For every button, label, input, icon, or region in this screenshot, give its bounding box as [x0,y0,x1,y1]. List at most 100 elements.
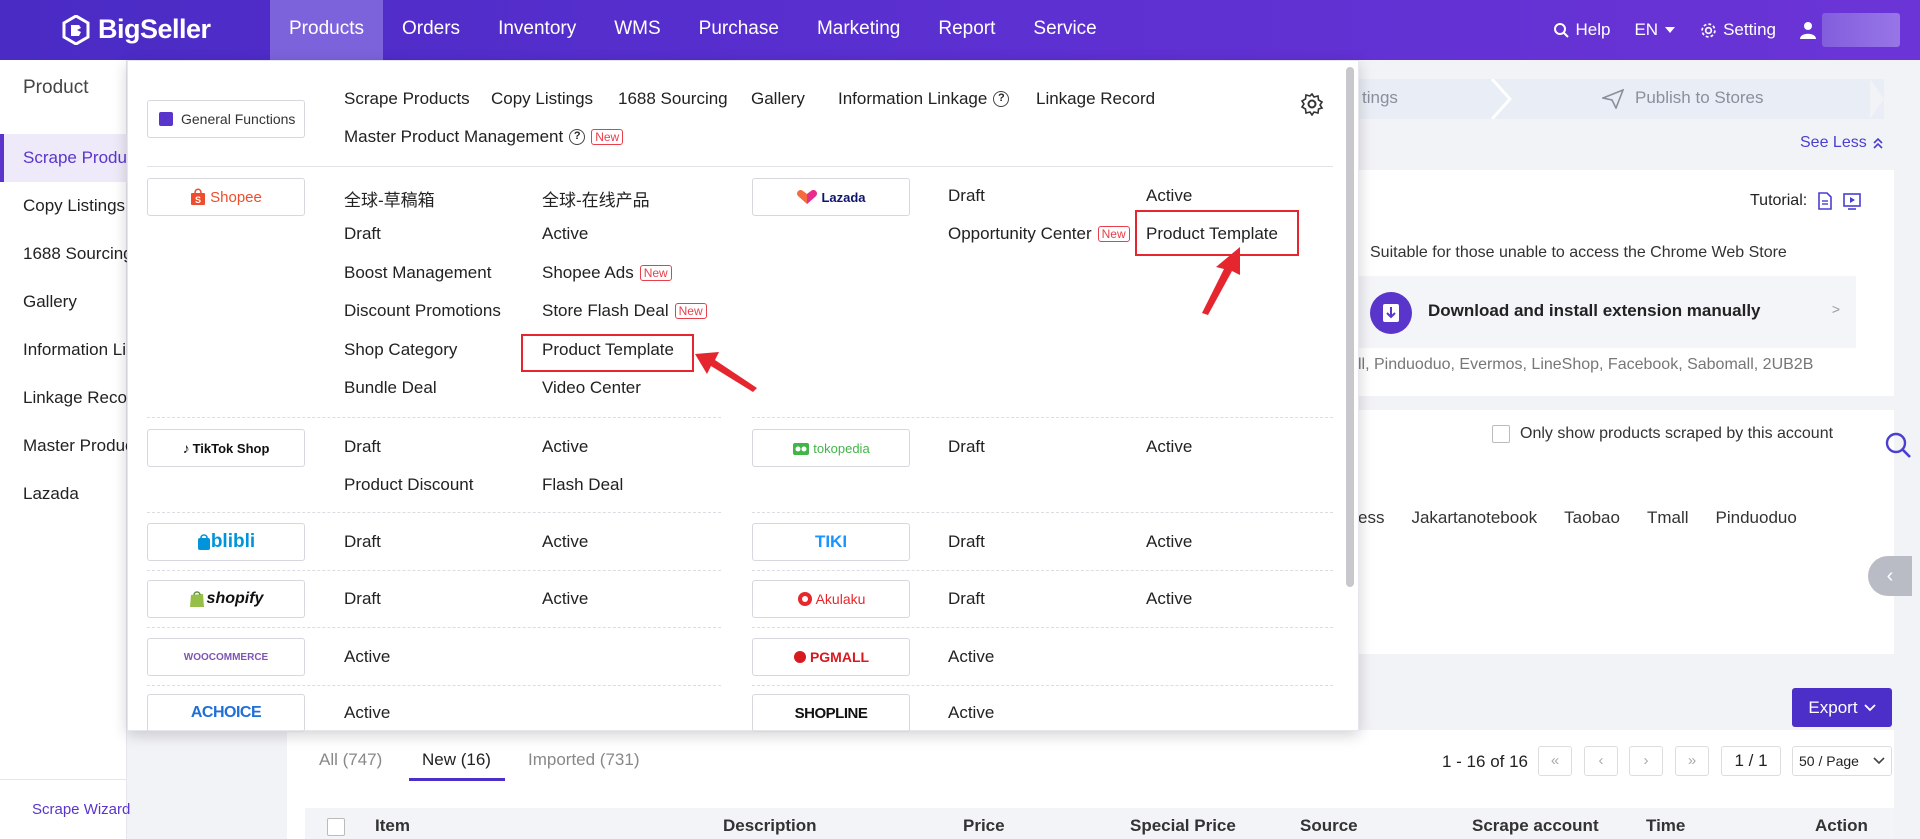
shopify-active[interactable]: Active [542,589,588,609]
video-icon[interactable] [1843,192,1862,210]
pgmall-active[interactable]: Active [948,647,994,667]
nav-wms[interactable]: WMS [595,0,679,60]
tab-imported[interactable]: Imported (731) [528,750,640,770]
shopee-shop-category[interactable]: Shop Category [344,340,457,360]
download-extension-button[interactable]: Download and install extension manually … [1356,276,1856,348]
tiktok-draft[interactable]: Draft [344,437,381,457]
shopee-ads[interactable]: Shopee Ads New [542,263,672,283]
shopee-active[interactable]: Active [542,224,588,244]
collapse-panel-button[interactable]: ‹ [1868,556,1912,596]
dropdown-scrollbar[interactable] [1346,67,1354,587]
sidebar-item-master-product[interactable]: Master Product Management [0,422,127,470]
help-link[interactable]: Help [1553,20,1610,40]
tokopedia-draft[interactable]: Draft [948,437,985,457]
tiktok-shop-logo[interactable]: ♪ TikTok Shop [147,429,305,467]
tiktok-flash-deal[interactable]: Flash Deal [542,475,623,495]
source-item[interactable]: Taobao [1564,508,1620,528]
export-button[interactable]: Export [1792,688,1892,727]
sidebar-item-scrape-products[interactable]: Scrape Products [0,134,127,182]
nav-service[interactable]: Service [1014,0,1115,60]
bigseller-logo[interactable]: BigSeller [62,14,211,45]
shopee-video-center[interactable]: Video Center [542,378,641,398]
shopee-global-active[interactable]: 全球-在线产品 [542,186,650,211]
tiktok-active[interactable]: Active [542,437,588,457]
prev-page-button[interactable]: ‹ [1584,746,1618,776]
nav-orders[interactable]: Orders [383,0,479,60]
shopline-logo[interactable]: SHOPLINE [752,694,910,732]
sidebar-item-information-linkage[interactable]: Information Linkage [0,326,127,374]
lazada-opportunity-center[interactable]: Opportunity Center New [948,224,1130,244]
achoice-logo[interactable]: ACHOICE [147,694,305,732]
blibli-logo[interactable]: blibli [147,523,305,561]
shopee-discount-promotions[interactable]: Discount Promotions [344,301,501,321]
scrape-wizard-link[interactable]: Scrape Wizard [0,779,130,839]
tiktok-product-discount[interactable]: Product Discount [344,475,473,495]
tiki-logo[interactable]: TIKI [752,523,910,561]
shopee-boost-management[interactable]: Boost Management [344,263,491,283]
last-page-button[interactable]: » [1675,746,1709,776]
user-menu[interactable] [1800,13,1900,47]
nav-purchase[interactable]: Purchase [680,0,798,60]
link-master-product-management[interactable]: Master Product Management ? New [344,127,624,147]
language-selector[interactable]: EN [1634,20,1676,40]
lazada-active[interactable]: Active [1146,186,1192,206]
akulaku-draft[interactable]: Draft [948,589,985,609]
woocommerce-active[interactable]: Active [344,647,390,667]
shopee-global-draft[interactable]: 全球-草稿箱 [344,186,435,211]
checkbox[interactable] [1492,425,1510,443]
lazada-draft[interactable]: Draft [948,186,985,206]
page-input[interactable]: 1 / 1 [1721,746,1781,776]
sidebar-item-gallery[interactable]: Gallery [0,278,127,326]
col-time[interactable]: Time [1646,816,1685,836]
general-functions-button[interactable]: General Functions [147,100,305,138]
source-item[interactable]: ess [1358,508,1384,528]
search-icon[interactable] [1883,430,1913,460]
nav-inventory[interactable]: Inventory [479,0,595,60]
source-item[interactable]: Tmall [1647,508,1689,528]
sidebar-item-linkage-record[interactable]: Linkage Record [0,374,127,422]
document-icon[interactable] [1817,192,1833,210]
sidebar-item-copy-listings[interactable]: Copy Listings [0,182,127,230]
sidebar-item-lazada[interactable]: Lazada [0,470,127,518]
shopee-draft[interactable]: Draft [344,224,381,244]
shopline-active[interactable]: Active [948,703,994,723]
akulaku-active[interactable]: Active [1146,589,1192,609]
nav-marketing[interactable]: Marketing [798,0,919,60]
link-1688-sourcing[interactable]: 1688 Sourcing [618,89,728,109]
nav-report[interactable]: Report [919,0,1014,60]
tokopedia-logo[interactable]: tokopedia [752,429,910,467]
pgmall-logo[interactable]: PGMALL [752,638,910,676]
tiki-draft[interactable]: Draft [948,532,985,552]
achoice-active[interactable]: Active [344,703,390,723]
select-all-checkbox[interactable] [327,818,345,836]
blibli-active[interactable]: Active [542,532,588,552]
woocommerce-logo[interactable]: WOOCOMMERCE [147,638,305,676]
link-copy-listings[interactable]: Copy Listings [491,89,593,109]
link-information-linkage[interactable]: Information Linkage ? [838,89,1010,109]
page-size-select[interactable]: 50 / Page [1792,746,1892,776]
only-show-checkbox[interactable]: Only show products scraped by this accou… [1492,425,1833,443]
lazada-logo[interactable]: Lazada [752,178,910,216]
shopify-draft[interactable]: Draft [344,589,381,609]
link-scrape-products[interactable]: Scrape Products [344,89,470,109]
see-less-toggle[interactable]: See Less [1800,134,1883,152]
source-item[interactable]: Pinduoduo [1716,508,1797,528]
shopee-store-flash-deal[interactable]: Store Flash Deal New [542,301,707,321]
setting-link[interactable]: Setting [1700,20,1776,40]
sidebar-item-1688-sourcing[interactable]: 1688 Sourcing [0,230,127,278]
tab-all[interactable]: All (747) [319,750,382,770]
source-item[interactable]: Jakartanotebook [1411,508,1537,528]
link-linkage-record[interactable]: Linkage Record [1036,89,1155,109]
akulaku-logo[interactable]: Akulaku [752,580,910,618]
shopee-logo[interactable]: S Shopee [147,178,305,216]
tokopedia-active[interactable]: Active [1146,437,1192,457]
tab-new[interactable]: New (16) [422,750,491,770]
shopify-logo[interactable]: shopify [147,580,305,618]
nav-products[interactable]: Products [270,0,383,60]
first-page-button[interactable]: « [1538,746,1572,776]
gear-icon[interactable] [1300,92,1324,116]
shopee-bundle-deal[interactable]: Bundle Deal [344,378,437,398]
link-gallery[interactable]: Gallery [751,89,805,109]
tiki-active[interactable]: Active [1146,532,1192,552]
next-page-button[interactable]: › [1629,746,1663,776]
